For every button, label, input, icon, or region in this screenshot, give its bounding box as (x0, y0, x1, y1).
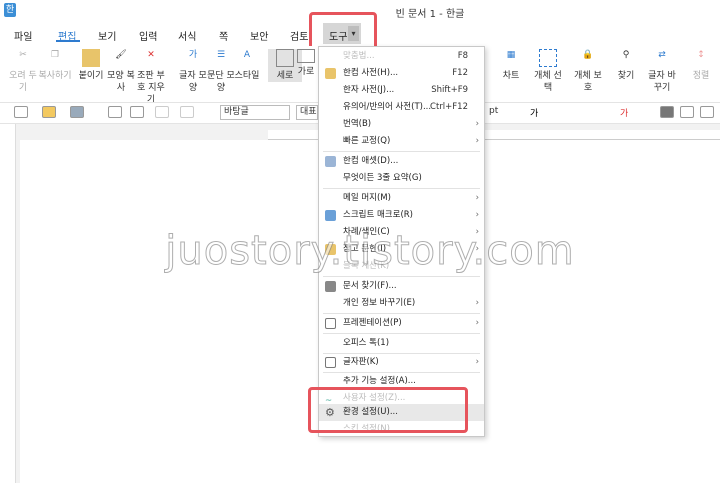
menu-item-hancom-dict[interactable]: 한컴 사전(H)... F12 (319, 65, 484, 82)
menu-file[interactable]: 파일 (14, 28, 32, 43)
chart-button[interactable]: ▦ 차트 (494, 49, 528, 82)
save-icon[interactable] (70, 106, 84, 118)
chevron-right-icon: › (475, 298, 479, 308)
copy-icon: ❐ (50, 50, 60, 60)
chevron-right-icon: › (475, 318, 479, 328)
menu-item-translate[interactable]: 번역(B) › (319, 116, 484, 133)
style-icon: A (243, 50, 251, 60)
font-combo[interactable]: 바탕글 (220, 105, 290, 120)
menu-item-mail-merge[interactable]: 메일 머지(M) › (319, 190, 484, 207)
menu-view[interactable]: 보기 (98, 28, 116, 43)
menu-item-hancom-asset[interactable]: 한컴 애셋(D)... (319, 153, 484, 170)
undo-icon[interactable] (155, 106, 169, 118)
char-shape-icon: 가 (188, 50, 198, 60)
cut-button[interactable]: ✂ 오려 두기 (6, 49, 40, 94)
align-right-icon[interactable] (700, 106, 714, 118)
open-folder-icon[interactable] (42, 106, 56, 118)
style-button[interactable]: A 스타일 (230, 49, 264, 82)
replace-icon: ⇄ (658, 50, 666, 60)
horizontal-page-icon (297, 49, 315, 63)
align-left-icon[interactable] (680, 106, 694, 118)
object-protect-button[interactable]: 🔒 개체 보호 (571, 49, 605, 94)
menu-item-summary[interactable]: 무엇이든 3줄 요약(G) (319, 170, 484, 187)
active-menu-underline (56, 40, 80, 42)
horizontal-button[interactable]: 가로 (294, 49, 318, 78)
copy-button[interactable]: ❐ 복사하기 (38, 49, 72, 82)
menu-security[interactable]: 보안 (250, 28, 268, 43)
menu-item-find-doc[interactable]: 문서 찾기(F)... (319, 278, 484, 295)
clear-codes-button[interactable]: ✕ 조판 부호 지우기 (134, 49, 168, 106)
clear-codes-icon: ✕ (147, 50, 155, 60)
paste-icon (82, 49, 100, 67)
para-shape-icon: ☰ (216, 50, 226, 60)
menu-insert[interactable]: 입력 (139, 28, 157, 43)
find-button[interactable]: ⚲ 찾기 (609, 49, 643, 82)
menu-item-hanja-dict[interactable]: 한자 사전(J)... Shift+F9 (319, 82, 484, 99)
align-justify-icon[interactable] (660, 106, 674, 118)
chart-icon: ▦ (506, 50, 516, 60)
redo-icon[interactable] (180, 106, 194, 118)
chevron-right-icon: › (475, 193, 479, 203)
watermark: juostory.tistory.com (165, 228, 575, 275)
menu-separator (323, 276, 480, 277)
style-combo[interactable]: 대표 (296, 105, 318, 120)
chevron-right-icon: › (475, 136, 479, 146)
vertical-ruler (0, 124, 16, 483)
menu-item-keyboard-layout[interactable]: 글자판(K) › (319, 354, 484, 371)
sort-button[interactable]: ↕ 정렬 (684, 49, 718, 82)
object-select-button[interactable]: 개체 선택 (531, 49, 565, 94)
brush-icon: 🖌 (115, 50, 127, 60)
menu-item-thesaurus[interactable]: 유의어/반의어 사전(T)... Ctrl+F12 (319, 99, 484, 116)
font-style-icon[interactable]: 가 (530, 106, 544, 119)
highlight-preferences (308, 387, 468, 433)
presentation-icon (325, 318, 336, 329)
format-copy-button[interactable]: 🖌 모양 복사 (104, 49, 138, 94)
new-doc-icon[interactable] (14, 106, 28, 118)
paste-button[interactable]: 붙이기 (74, 49, 108, 82)
menu-item-office-talk[interactable]: 오피스 톡(1) (319, 335, 484, 352)
menu-item-presentation[interactable]: 프레젠테이션(P) › (319, 315, 484, 332)
sort-icon: ↕ (697, 50, 705, 60)
chevron-right-icon: › (475, 357, 479, 367)
print-preview-icon[interactable] (130, 106, 144, 118)
vertical-page-icon (276, 49, 294, 67)
menu-item-personal-info[interactable]: 개인 정보 바꾸기(E) › (319, 295, 484, 312)
menu-item-quick-correct[interactable]: 빠른 교정(Q) › (319, 133, 484, 150)
size-unit[interactable]: pt (486, 105, 508, 120)
menu-review[interactable]: 검토 (290, 28, 308, 43)
object-select-icon (539, 49, 557, 67)
menu-format[interactable]: 서식 (178, 28, 196, 43)
macro-icon (325, 210, 336, 221)
scissors-icon: ✂ (19, 50, 27, 60)
menu-separator (323, 188, 480, 189)
replace-button[interactable]: ⇄ 글자 바꾸기 (645, 49, 679, 94)
menu-separator (323, 151, 480, 152)
cube-icon (325, 156, 336, 167)
chevron-right-icon: › (475, 119, 479, 129)
lock-icon: 🔒 (582, 50, 594, 60)
menu-separator (323, 313, 480, 314)
menu-item-spellcheck[interactable]: 맞춤법... F8 (319, 48, 484, 65)
menu-item-script-macro[interactable]: 스크립트 매크로(R) › (319, 207, 484, 224)
binoculars-icon (325, 281, 336, 292)
menu-separator (323, 333, 480, 334)
binoculars-icon: ⚲ (622, 50, 630, 60)
font-color-icon[interactable]: 가 (620, 106, 634, 119)
keyboard-icon (325, 357, 336, 368)
menu-page[interactable]: 쪽 (219, 28, 228, 43)
print-icon[interactable] (108, 106, 122, 118)
chevron-right-icon: › (475, 210, 479, 220)
dictionary-icon (325, 68, 336, 79)
